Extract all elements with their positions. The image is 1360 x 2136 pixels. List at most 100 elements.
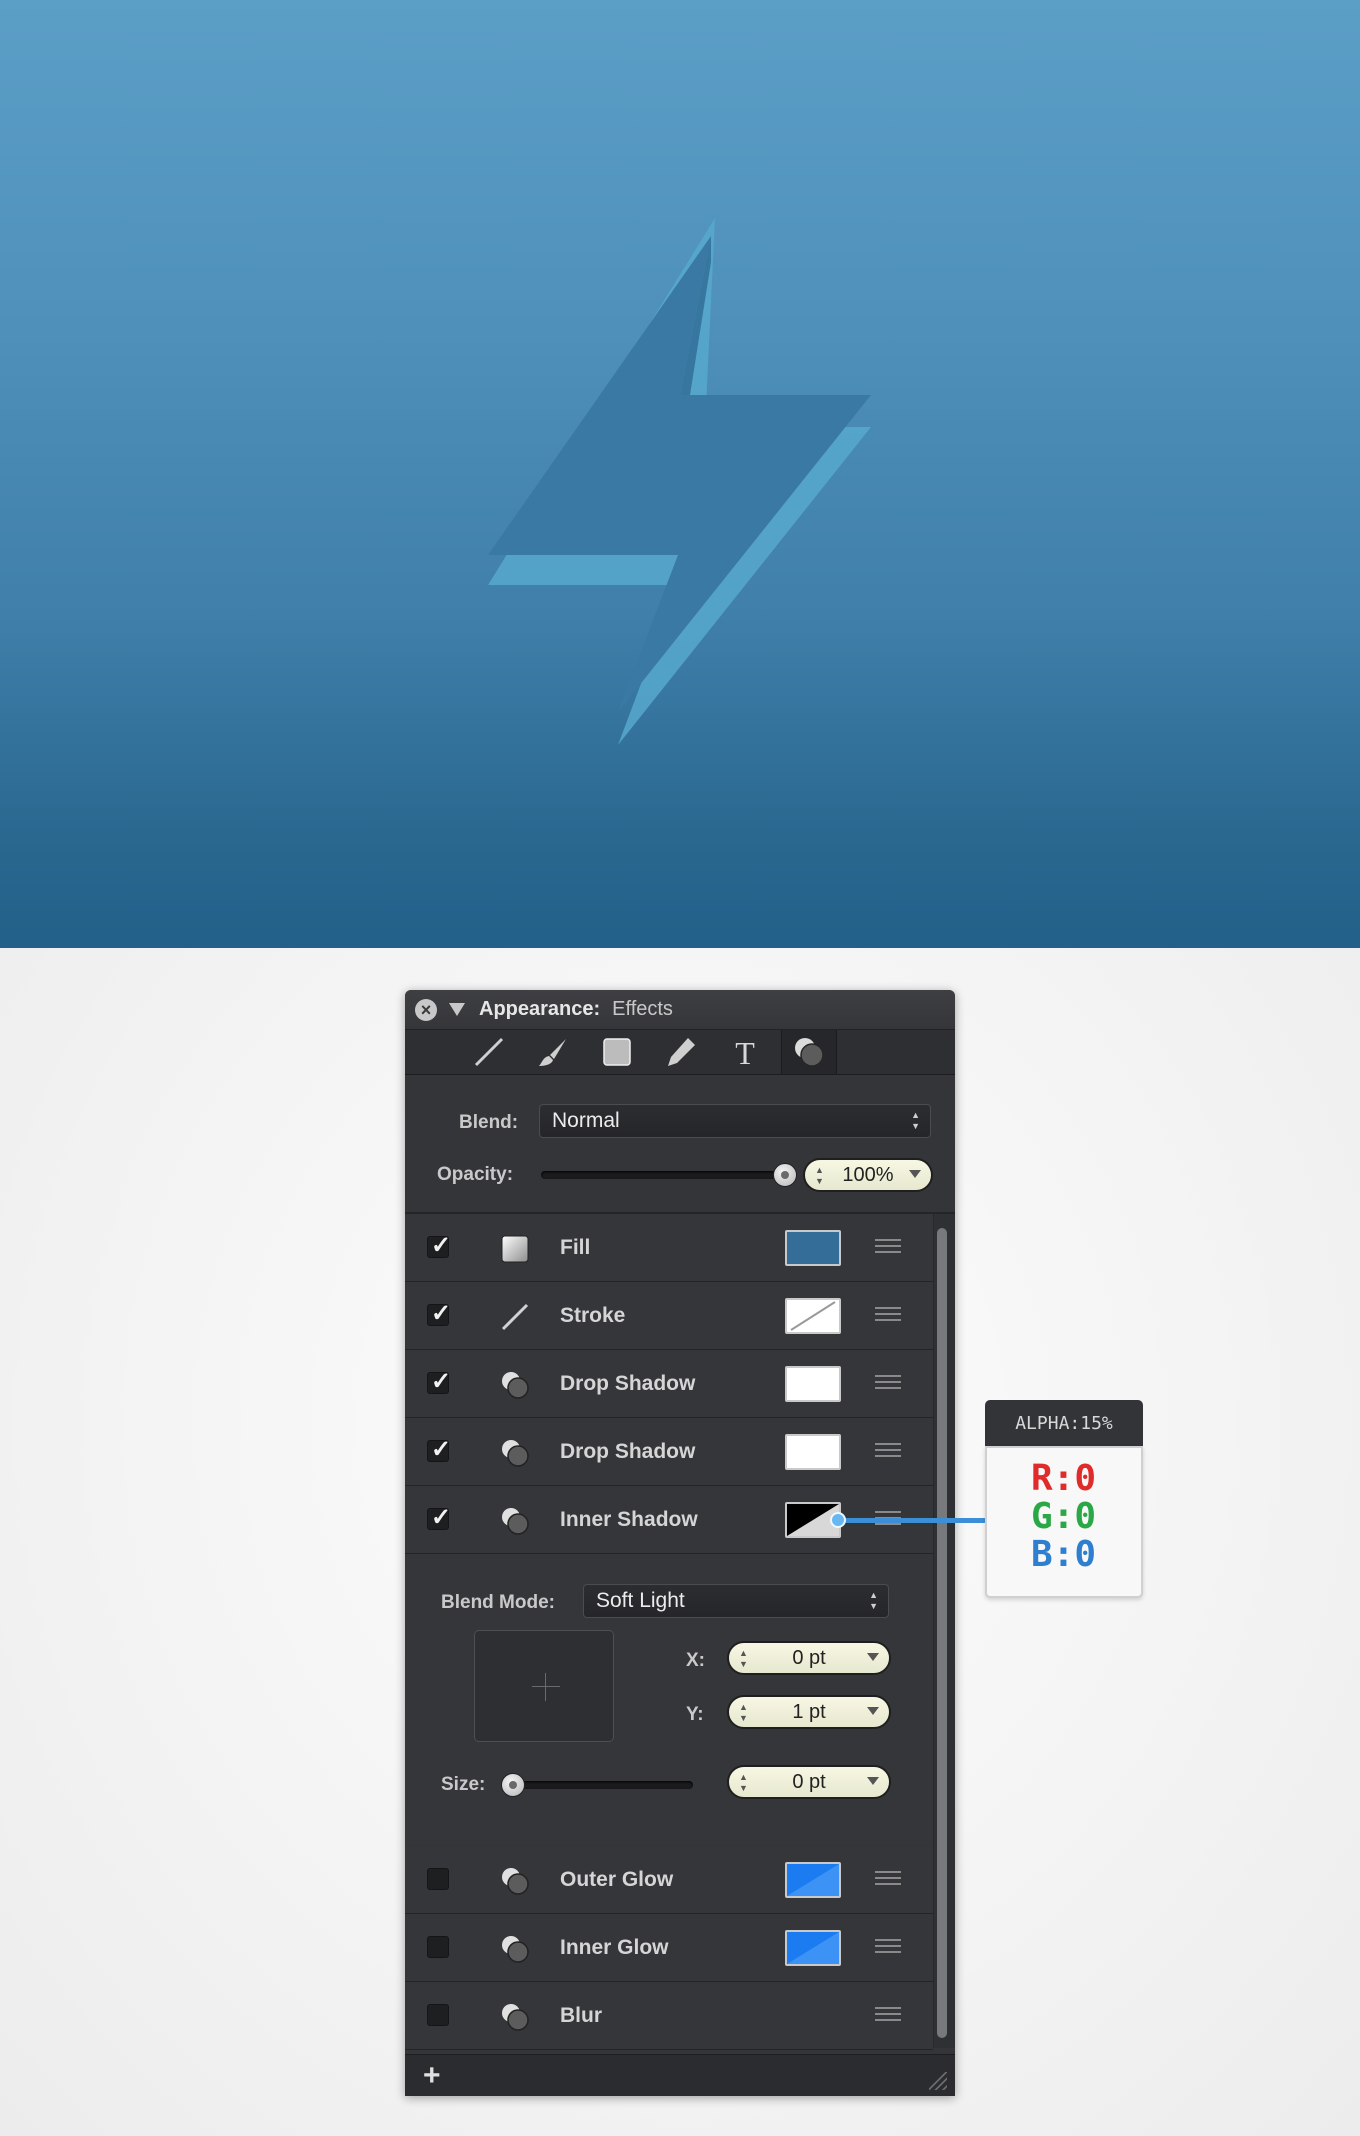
stepper-arrows-icon[interactable]: ▲ ▼ [739, 1772, 748, 1794]
chevron-down-icon[interactable] [867, 1777, 879, 1785]
blend-select[interactable]: Normal ▲ ▼ [539, 1104, 931, 1138]
offset-pad[interactable] [474, 1630, 614, 1742]
effects-icon [500, 1506, 530, 1536]
panel-subtitle: Effects [612, 998, 673, 1020]
effects-icon[interactable] [781, 1030, 837, 1074]
blend-mode-value: Soft Light [596, 1589, 685, 1612]
blend-mode-select[interactable]: Soft Light ▲ ▼ [583, 1584, 889, 1618]
stepper-arrows-icon[interactable]: ▲ ▼ [815, 1165, 824, 1187]
appearance-toolbar: T [405, 1030, 955, 1075]
size-slider[interactable] [509, 1781, 693, 1789]
color-well[interactable] [785, 1862, 841, 1898]
stepper-arrows-icon[interactable]: ▲ ▼ [739, 1648, 748, 1670]
callout-anchor-dot [830, 1512, 846, 1528]
effect-row-drop-shadow[interactable]: ✓ Drop Shadow [405, 1350, 933, 1418]
effect-row-stroke[interactable]: ✓ Stroke [405, 1282, 933, 1350]
add-effect-button[interactable]: + [423, 2059, 441, 2093]
effects-scrollbar[interactable] [937, 1228, 947, 2038]
blend-label: Blend: [459, 1112, 519, 1133]
stroke-line-icon[interactable] [461, 1030, 517, 1074]
checkmark-icon: ✓ [431, 1300, 452, 1327]
fill-square-icon [500, 1234, 530, 1264]
effect-checkbox[interactable] [427, 1868, 449, 1890]
checkmark-icon: ✓ [431, 1232, 452, 1259]
crosshair-h [532, 1686, 560, 1687]
effects-icon [500, 1934, 530, 1964]
y-label: Y: [686, 1704, 704, 1725]
opacity-label: Opacity: [437, 1164, 514, 1185]
color-well[interactable] [785, 1930, 841, 1966]
effect-name: Drop Shadow [560, 1440, 696, 1463]
effects-icon [500, 2002, 530, 2032]
effect-row-blur[interactable]: Blur [405, 1982, 933, 2050]
effect-name: Stroke [560, 1304, 626, 1327]
chevron-down-icon[interactable] [909, 1170, 921, 1178]
size-slider-knob[interactable] [501, 1773, 525, 1797]
opacity-stepper[interactable]: ▲ ▼ 100% [803, 1158, 933, 1192]
brush-icon[interactable] [525, 1030, 581, 1074]
close-icon[interactable]: × [415, 998, 437, 1021]
appearance-panel: × Appearance: Effects T Blend: Normal ▲ ▼… [405, 990, 955, 2096]
drag-handle-icon[interactable] [875, 1375, 901, 1391]
drag-handle-icon[interactable] [875, 1443, 901, 1459]
drag-handle-icon[interactable] [875, 1239, 901, 1255]
drag-handle-icon[interactable] [875, 1939, 901, 1955]
color-well[interactable] [785, 1366, 841, 1402]
artboard-canvas [0, 0, 1360, 948]
effect-name: Inner Glow [560, 1936, 669, 1959]
crosshair-v [545, 1673, 546, 1701]
effect-checkbox[interactable] [427, 1936, 449, 1958]
callout-blue-value: B:0 [1031, 1534, 1097, 1575]
disclosure-triangle-icon[interactable] [449, 1003, 465, 1016]
effect-name: Outer Glow [560, 1868, 674, 1891]
effects-icon [500, 1866, 530, 1896]
opacity-slider-knob[interactable] [773, 1163, 797, 1187]
fill-square-icon[interactable] [589, 1030, 645, 1074]
effect-checkbox[interactable]: ✓ [427, 1232, 451, 1259]
color-callout: ALPHA:15% R:0 G:0 B:0 [985, 1400, 1143, 1598]
effect-checkbox[interactable] [427, 2004, 449, 2026]
effect-checkbox[interactable]: ✓ [427, 1504, 451, 1531]
callout-alpha: ALPHA:15% [985, 1400, 1143, 1446]
text-icon[interactable]: T [717, 1030, 773, 1074]
size-label: Size: [441, 1774, 486, 1795]
effect-checkbox[interactable]: ✓ [427, 1436, 451, 1463]
stepper-arrows-icon[interactable]: ▲ ▼ [739, 1702, 748, 1724]
chevron-down-icon[interactable] [867, 1653, 879, 1661]
drag-handle-icon[interactable] [875, 1871, 901, 1887]
effect-row-drop-shadow[interactable]: ✓ Drop Shadow [405, 1418, 933, 1486]
select-arrows-icon: ▲ ▼ [869, 1590, 878, 1611]
effect-row-inner-glow[interactable]: Inner Glow [405, 1914, 933, 1982]
pen-icon[interactable] [653, 1030, 709, 1074]
effect-row-fill[interactable]: ✓ Fill [405, 1214, 933, 1282]
color-well[interactable] [785, 1298, 841, 1334]
effect-row-outer-glow[interactable]: Outer Glow [405, 1846, 933, 1914]
panel-bottombar: + [405, 2054, 955, 2096]
resize-grip-icon[interactable] [929, 2072, 947, 2090]
callout-green-value: G:0 [1031, 1496, 1097, 1537]
stroke-line-icon [500, 1302, 530, 1332]
panel-titlebar: × Appearance: Effects [405, 990, 955, 1030]
effect-checkbox[interactable]: ✓ [427, 1300, 451, 1327]
color-well[interactable] [785, 1434, 841, 1470]
effect-name: Drop Shadow [560, 1372, 696, 1395]
effect-checkbox[interactable]: ✓ [427, 1368, 451, 1395]
checkmark-icon: ✓ [431, 1436, 452, 1463]
effects-icon [500, 1370, 530, 1400]
x-value: 0 pt [792, 1646, 826, 1669]
drag-handle-icon[interactable] [875, 1307, 901, 1323]
color-well[interactable] [785, 1230, 841, 1266]
x-label: X: [686, 1650, 705, 1671]
effect-name: Fill [560, 1236, 591, 1259]
y-value: 1 pt [792, 1700, 826, 1723]
drag-handle-icon[interactable] [875, 2007, 901, 2023]
effect-name: Inner Shadow [560, 1508, 698, 1531]
chevron-down-icon[interactable] [867, 1707, 879, 1715]
x-stepper[interactable]: ▲ ▼ 0 pt [727, 1641, 891, 1675]
callout-red-value: R:0 [1031, 1458, 1097, 1499]
size-stepper[interactable]: ▲ ▼ 0 pt [727, 1765, 891, 1799]
opacity-slider[interactable] [541, 1171, 785, 1179]
blend-mode-label: Blend Mode: [441, 1592, 555, 1613]
select-arrows-icon: ▲ ▼ [911, 1110, 920, 1131]
y-stepper[interactable]: ▲ ▼ 1 pt [727, 1695, 891, 1729]
